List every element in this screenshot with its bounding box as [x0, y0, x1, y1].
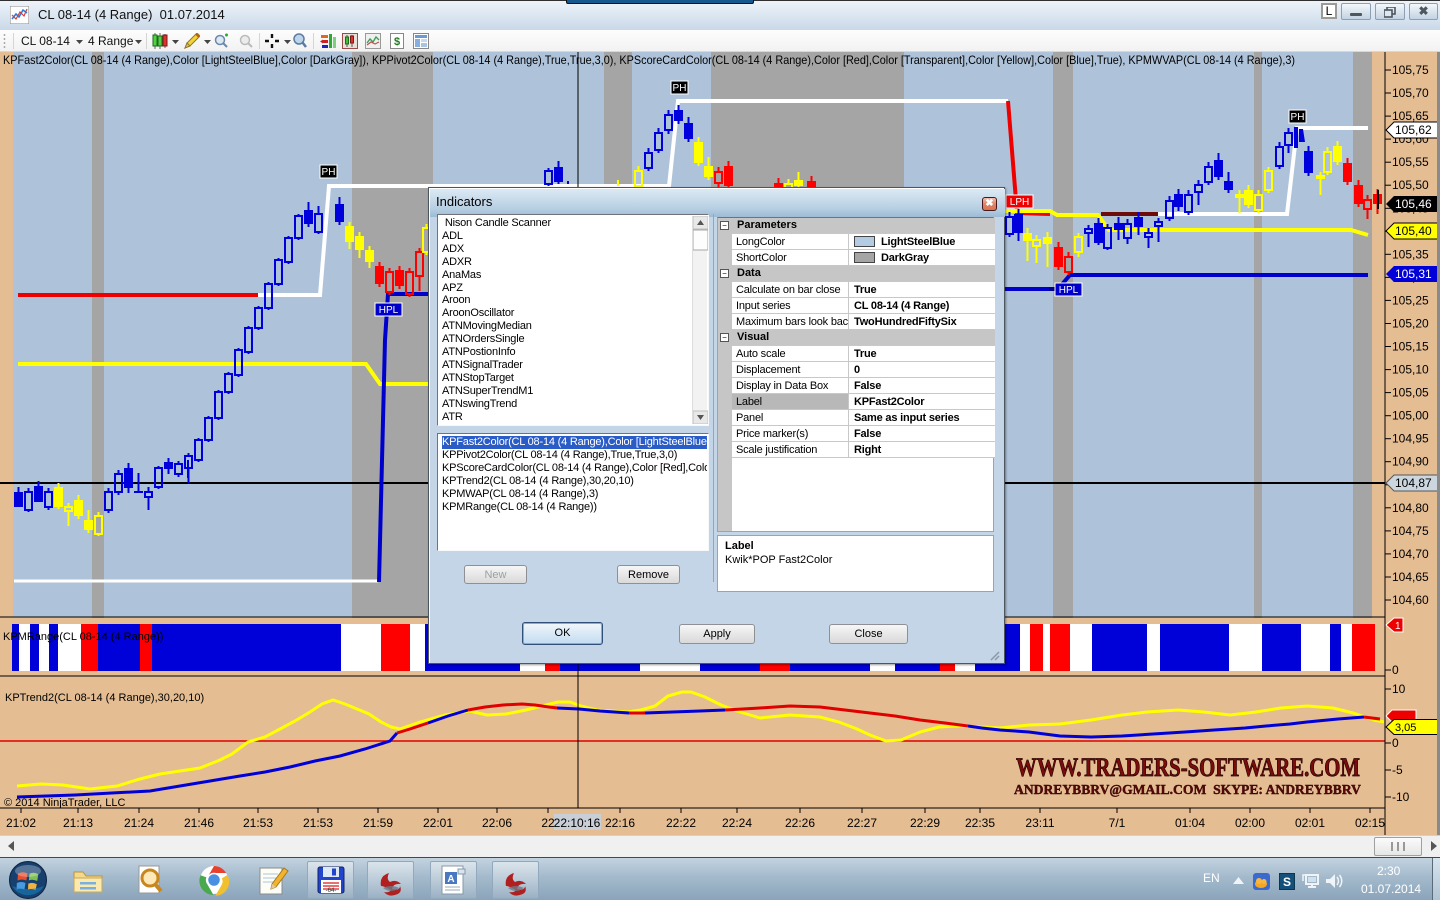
svg-text:-64-: -64-: [326, 888, 337, 894]
svg-text:HPL: HPL: [379, 305, 399, 316]
svg-text:22:26: 22:26: [785, 816, 815, 830]
svg-text:105,25: 105,25: [1392, 293, 1429, 307]
svg-text:21:13: 21:13: [63, 816, 93, 830]
svg-text:21:46: 21:46: [184, 816, 214, 830]
svg-text:105,10: 105,10: [1392, 363, 1429, 377]
svg-text:PH: PH: [322, 167, 336, 178]
svg-text:-5: -5: [1392, 763, 1403, 777]
svg-text:0: 0: [1392, 663, 1399, 677]
svg-text:KPFast2Color(CL 08-14 (4 Range: KPFast2Color(CL 08-14 (4 Range),Color [L…: [3, 53, 1295, 67]
svg-text:21:53: 21:53: [243, 816, 273, 830]
svg-text:104,80: 104,80: [1392, 501, 1429, 515]
svg-text:105,05: 105,05: [1392, 386, 1429, 400]
svg-text:22:01: 22:01: [423, 816, 453, 830]
svg-text:22:24: 22:24: [722, 816, 752, 830]
svg-text:105,00: 105,00: [1392, 409, 1429, 423]
svg-text:1: 1: [1395, 621, 1401, 632]
svg-text:02:01: 02:01: [1295, 816, 1325, 830]
svg-text:02:15: 02:15: [1355, 816, 1385, 830]
svg-text:105,31: 105,31: [1395, 267, 1432, 281]
svg-text:-10: -10: [1392, 790, 1410, 804]
svg-text:22:16: 22:16: [605, 816, 635, 830]
svg-text:105,15: 105,15: [1392, 340, 1429, 354]
svg-text:21:02: 21:02: [6, 816, 36, 830]
svg-text:10: 10: [1392, 682, 1406, 696]
svg-text:PH: PH: [1291, 112, 1305, 123]
svg-text:© 2014 NinjaTrader, LLC: © 2014 NinjaTrader, LLC: [4, 797, 125, 809]
svg-text:21:53: 21:53: [303, 816, 333, 830]
svg-text:23:11: 23:11: [1025, 816, 1054, 830]
svg-text:105,55: 105,55: [1392, 155, 1429, 169]
svg-text:22:22: 22:22: [666, 816, 696, 830]
svg-text:104,60: 104,60: [1392, 593, 1429, 607]
svg-text:KPMRange(CL 08-14 (4 Range)): KPMRange(CL 08-14 (4 Range)): [3, 631, 163, 643]
svg-text:104,65: 104,65: [1392, 570, 1429, 584]
svg-text:105,40: 105,40: [1395, 224, 1432, 238]
svg-text:S: S: [1283, 875, 1291, 889]
svg-text:104,90: 104,90: [1392, 455, 1429, 469]
svg-text:22:06: 22:06: [482, 816, 512, 830]
svg-text:WWW.TRADERS-SOFTWARE.COM: WWW.TRADERS-SOFTWARE.COM: [1016, 753, 1360, 782]
svg-text:105,35: 105,35: [1392, 247, 1429, 261]
svg-text:HPL: HPL: [1059, 285, 1079, 296]
svg-text:104,75: 104,75: [1392, 524, 1429, 538]
svg-text:22:35: 22:35: [965, 816, 995, 830]
svg-text:3,05: 3,05: [1395, 722, 1416, 734]
svg-text:22:27: 22:27: [847, 816, 877, 830]
svg-text:A: A: [447, 874, 454, 885]
svg-text:0: 0: [1392, 736, 1399, 750]
svg-text:105,65: 105,65: [1392, 109, 1429, 123]
svg-text:21:24: 21:24: [124, 816, 154, 830]
svg-text:105,50: 105,50: [1392, 178, 1429, 192]
svg-text:$: $: [394, 36, 400, 48]
svg-text:105,46: 105,46: [1395, 197, 1432, 211]
svg-text:22:10:16: 22:10:16: [554, 816, 601, 830]
svg-text:104,95: 104,95: [1392, 432, 1429, 446]
svg-text:7/1: 7/1: [1109, 816, 1126, 830]
svg-text:104,87: 104,87: [1395, 476, 1432, 490]
svg-text:105,70: 105,70: [1392, 86, 1429, 100]
svg-text:105,20: 105,20: [1392, 317, 1429, 331]
svg-text:01:04: 01:04: [1175, 816, 1205, 830]
svg-text:22:29: 22:29: [910, 816, 940, 830]
svg-text:105,75: 105,75: [1392, 63, 1429, 77]
svg-text:KPTrend2(CL 08-14 (4 Range),30: KPTrend2(CL 08-14 (4 Range),30,20,10): [5, 692, 204, 704]
svg-text:ANDREYBBRV@GMAIL.COM SKYPE: A: ANDREYBBRV@GMAIL.COM SKYPE: ANDREYBBRV: [1014, 783, 1361, 798]
svg-text:21:59: 21:59: [363, 816, 393, 830]
svg-text:PH: PH: [673, 83, 687, 94]
svg-text:104,70: 104,70: [1392, 547, 1429, 561]
svg-text:LPH: LPH: [1010, 197, 1029, 208]
svg-text:105,62: 105,62: [1395, 123, 1432, 137]
svg-text:02:00: 02:00: [1235, 816, 1265, 830]
